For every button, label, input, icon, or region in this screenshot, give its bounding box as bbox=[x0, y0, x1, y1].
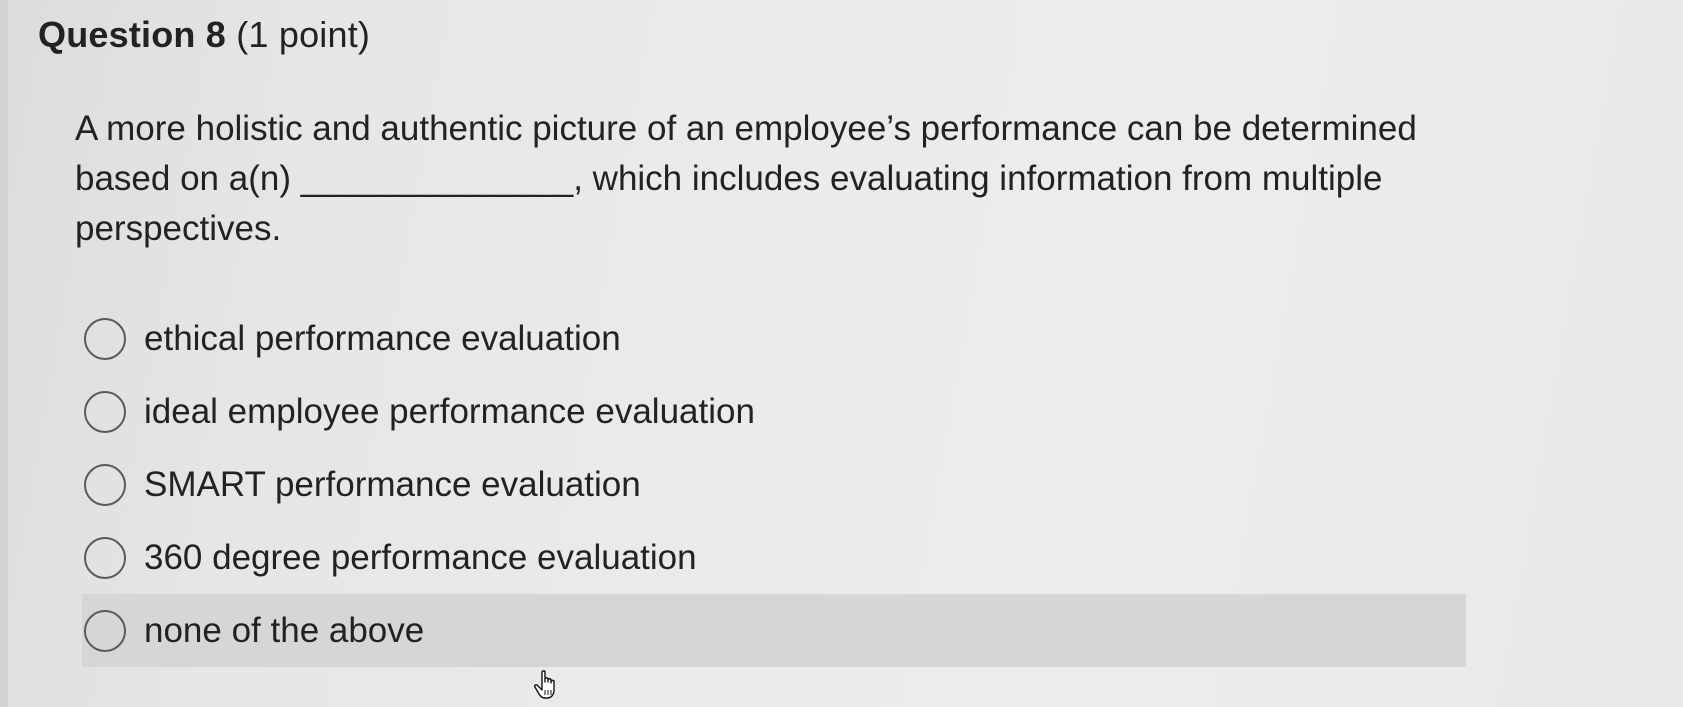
question-text: A more holistic and authentic picture of… bbox=[75, 109, 1417, 248]
answer-options: ethical performance evaluation ideal emp… bbox=[82, 302, 1468, 667]
option-ethical[interactable]: ethical performance evaluation bbox=[84, 302, 1468, 375]
option-none[interactable]: none of the above bbox=[82, 594, 1466, 667]
option-label: none of the above bbox=[144, 610, 425, 650]
radio-button[interactable] bbox=[84, 390, 126, 433]
option-smart[interactable]: SMART performance evaluation bbox=[84, 448, 1468, 521]
option-label: 360 degree performance evaluation bbox=[144, 537, 697, 577]
radio-button[interactable] bbox=[84, 609, 126, 652]
question-points: (1 point) bbox=[236, 14, 371, 55]
screen-edge bbox=[0, 0, 8, 707]
option-360-degree[interactable]: 360 degree performance evaluation bbox=[84, 521, 1468, 594]
option-label: ideal employee performance evaluation bbox=[144, 391, 755, 431]
question-title: Question 8 (1 point) bbox=[38, 14, 370, 56]
radio-button[interactable] bbox=[84, 317, 126, 360]
option-label: SMART performance evaluation bbox=[144, 464, 641, 504]
radio-button[interactable] bbox=[84, 463, 126, 506]
hand-pointer-icon bbox=[534, 670, 555, 699]
option-ideal-employee[interactable]: ideal employee performance evaluation bbox=[84, 375, 1468, 448]
option-label: ethical performance evaluation bbox=[144, 318, 621, 358]
question-number: Question 8 bbox=[38, 14, 227, 55]
radio-button[interactable] bbox=[84, 536, 126, 579]
